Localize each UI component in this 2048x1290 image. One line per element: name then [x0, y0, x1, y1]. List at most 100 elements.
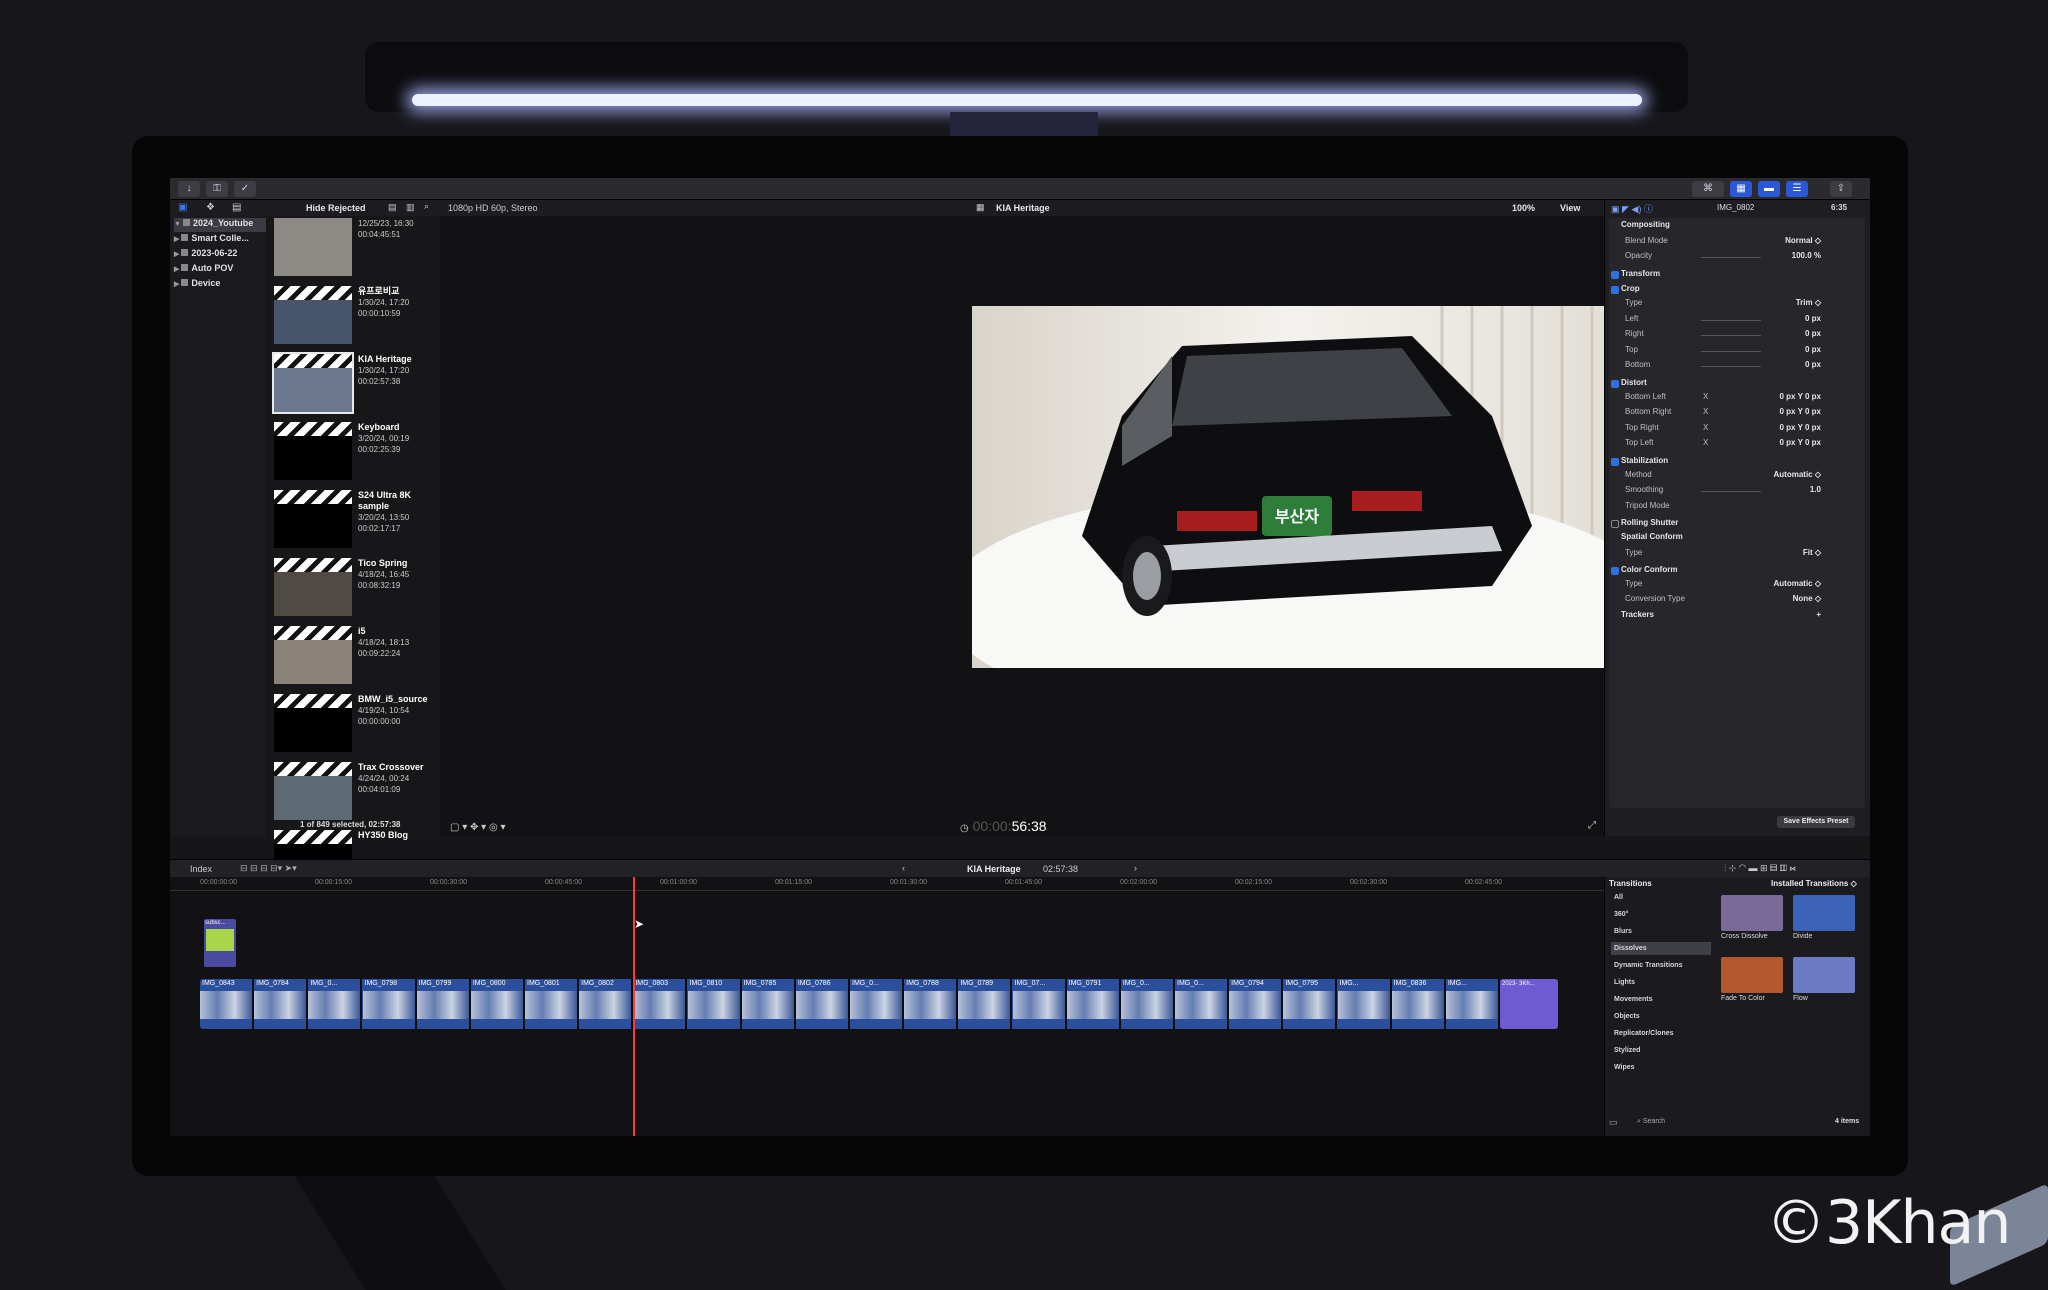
xy-value[interactable]: 0 px Y 0 px: [1713, 423, 1821, 432]
xy-value[interactable]: 0 px Y 0 px: [1713, 392, 1821, 401]
connected-title-clip[interactable]: subsc...: [204, 919, 236, 967]
enable-checkbox[interactable]: [1611, 270, 1619, 279]
back-icon[interactable]: ‹: [902, 863, 905, 873]
transition-item[interactable]: Flow: [1793, 957, 1855, 1005]
browser-clip[interactable]: i5 4/18/24, 18:13 00:09:22:24: [274, 626, 434, 690]
browser-clip[interactable]: S24 Ultra 8K sample 3/20/24, 13:50 00:02:1…: [274, 490, 434, 554]
param-slider[interactable]: [1701, 319, 1761, 321]
clip-thumbnail[interactable]: [274, 490, 352, 548]
timeline-clip[interactable]: IMG_0791: [1066, 979, 1121, 1029]
timeline-clip[interactable]: IMG...: [1445, 979, 1500, 1029]
browser-clip[interactable]: Keyboard 3/20/24, 00:19 00:02:25:39: [274, 422, 434, 486]
library-item[interactable]: ▶ Auto POV: [174, 263, 266, 277]
keyword-icon[interactable]: ⚿: [206, 181, 228, 197]
clip-thumbnail[interactable]: [274, 286, 352, 344]
param-slider[interactable]: [1701, 366, 1761, 368]
browser-clip[interactable]: 12/25/23, 16:30 00:04:45:51: [274, 218, 434, 282]
transition-category[interactable]: All: [1611, 891, 1711, 904]
xy-value[interactable]: 0 px Y 0 px: [1713, 438, 1821, 447]
import-icon[interactable]: ↓: [178, 181, 200, 197]
disclosure-triangle-icon[interactable]: ▶: [174, 236, 179, 243]
filter-dropdown[interactable]: Hide Rejected: [306, 203, 366, 213]
library-item[interactable]: ▶ 2023-06-22: [174, 248, 266, 262]
clip-thumbnail[interactable]: [274, 626, 352, 684]
inspector-param-value[interactable]: 1.0: [1761, 485, 1821, 494]
index-button[interactable]: Index: [190, 864, 212, 874]
clip-thumbnail[interactable]: [274, 422, 352, 480]
browser-clip[interactable]: BMW_i5_source 4/19/24, 10:54 00:00:00:00: [274, 694, 434, 758]
disclosure-triangle-icon[interactable]: ▼: [174, 221, 181, 228]
timeline-options-icon[interactable]: ⫶ ⊹ ◠ ▬ ⊞ ▤ ▥ ⋈: [1724, 863, 1796, 874]
timeline-clip[interactable]: IMG_0843: [200, 979, 255, 1029]
background-tasks-icon[interactable]: ✓: [234, 181, 256, 197]
search-field[interactable]: ⌕ Search: [1637, 1118, 1665, 1126]
transition-item[interactable]: Divide: [1793, 895, 1855, 943]
timeline-project[interactable]: KIA Heritage: [967, 864, 1021, 874]
timeline[interactable]: 00:00:00:00 00:00:15:00 00:00:30:00 00:00:4…: [170, 877, 1604, 1136]
enable-checkbox[interactable]: [1611, 520, 1619, 529]
view-dropdown[interactable]: View: [1560, 203, 1580, 213]
transition-category[interactable]: Movements: [1611, 993, 1711, 1006]
param-slider[interactable]: [1701, 335, 1761, 337]
transition-category[interactable]: Wipes: [1611, 1061, 1711, 1074]
timeline-clip[interactable]: IMG_0800: [470, 979, 525, 1029]
param-slider[interactable]: [1701, 350, 1761, 352]
share-options-icon[interactable]: ⌘: [1692, 181, 1724, 197]
inspector-param-value[interactable]: Automatic ◇: [1761, 579, 1822, 588]
param-slider[interactable]: [1701, 257, 1761, 259]
play-icon[interactable]: ◷: [960, 823, 969, 834]
add-tracker-button[interactable]: +: [1761, 610, 1821, 619]
transition-category[interactable]: Objects: [1611, 1010, 1711, 1023]
transition-item[interactable]: Fade To Color: [1721, 957, 1783, 1005]
photos-icon[interactable]: ❖: [206, 202, 215, 213]
inspector-param-value[interactable]: Automatic ◇: [1761, 470, 1822, 479]
library-item[interactable]: ▶ Device: [174, 278, 266, 292]
save-effects-preset-button[interactable]: Save Effects Preset: [1777, 816, 1855, 828]
timeline-clip[interactable]: IMG_0...: [308, 979, 363, 1029]
transition-category[interactable]: Blurs: [1611, 925, 1711, 938]
disclosure-triangle-icon[interactable]: ▶: [174, 266, 179, 273]
timeline-clip[interactable]: IMG_0803: [633, 979, 688, 1029]
timeline-clip[interactable]: IMG_0...: [1120, 979, 1175, 1029]
primary-storyline[interactable]: IMG_0843 IMG_0784 IMG_0... IMG_0798 IMG_0799…: [200, 979, 1500, 1029]
clip-appearance-icon[interactable]: ▥: [406, 202, 415, 213]
inspector-param-value[interactable]: 0 px: [1761, 345, 1821, 354]
inspector-param-value[interactable]: 0 px: [1761, 329, 1821, 338]
timeline-clip[interactable]: IMG_0784: [254, 979, 309, 1029]
timeline-clip[interactable]: IMG_0...: [1175, 979, 1230, 1029]
inspector-param-value[interactable]: Fit ◇: [1761, 548, 1821, 557]
timeline-clip[interactable]: IMG_0799: [416, 979, 471, 1029]
clip-thumbnail[interactable]: [272, 352, 354, 414]
edit-tools-icon[interactable]: ⊟ ⊟ ⊟ ⊟▾ ➤▾: [240, 863, 297, 874]
timeline-clip[interactable]: IMG_0788: [904, 979, 959, 1029]
enable-checkbox[interactable]: [1611, 567, 1619, 576]
transition-category[interactable]: Lights: [1611, 976, 1711, 989]
timeline-clip[interactable]: IMG_0786: [795, 979, 850, 1029]
forward-icon[interactable]: ›: [1134, 863, 1137, 873]
enable-checkbox[interactable]: [1611, 458, 1619, 466]
search-icon[interactable]: ⌕: [424, 201, 429, 212]
inspector-param-value[interactable]: Normal ◇: [1761, 236, 1821, 245]
zoom-dropdown[interactable]: 100%: [1512, 203, 1535, 213]
library-item[interactable]: ▶ Smart Colle...: [174, 233, 266, 247]
browser-clip[interactable]: Trax Crossover 4/24/24, 00:24 00:04:01:09: [274, 762, 434, 826]
inspector-layout-icon[interactable]: ☰: [1786, 181, 1808, 197]
timeline-clip[interactable]: IMG_0...: [850, 979, 905, 1029]
timeline-clip[interactable]: IMG_0795: [1283, 979, 1338, 1029]
playhead[interactable]: [633, 877, 635, 1136]
inspector-param-value[interactable]: None ◇: [1761, 594, 1821, 603]
timeline-clip[interactable]: IMG_0794: [1229, 979, 1284, 1029]
enable-checkbox[interactable]: [1611, 286, 1619, 295]
installed-transitions-dropdown[interactable]: Installed Transitions ◇: [1771, 879, 1857, 888]
browser-clip[interactable]: 유프로비교 1/30/24, 17:20 00:00:10:59: [274, 286, 434, 350]
transition-category[interactable]: 360°: [1611, 908, 1711, 921]
filmstrip-icon[interactable]: ▤: [388, 202, 397, 213]
timeline-clip[interactable]: IMG_0789: [958, 979, 1013, 1029]
transition-category[interactable]: Dissolves: [1611, 942, 1711, 955]
timeline-clip[interactable]: IMG_0810: [687, 979, 742, 1029]
libraries-icon[interactable]: ▣: [178, 202, 187, 213]
disclosure-triangle-icon[interactable]: ▶: [174, 281, 179, 288]
inspector-tab-icons[interactable]: ▣ ◤ ◀) ⓘ: [1611, 202, 1653, 215]
browser-clip[interactable]: Tico Spring 4/18/24, 16:45 00:08:32:19: [274, 558, 434, 622]
library-item[interactable]: ▼ 2024_Youtube: [174, 218, 266, 232]
